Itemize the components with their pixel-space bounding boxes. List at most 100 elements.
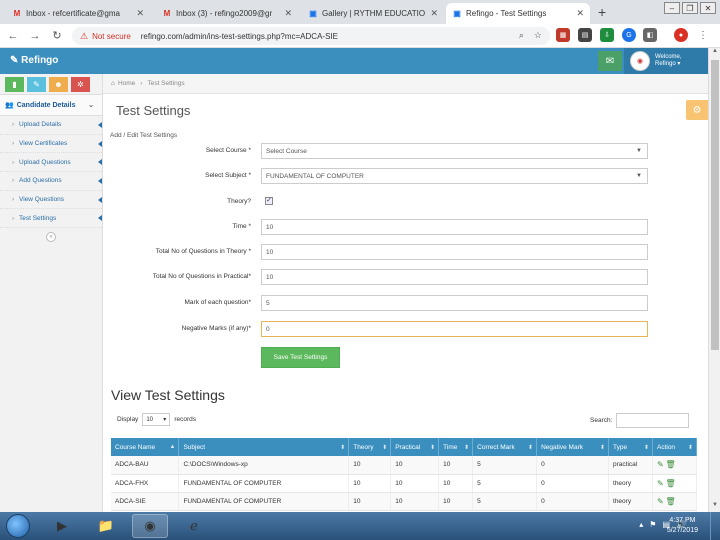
sidebar: ▮ ✎ ☻ ✲ 👥 Candidate Details ⌄ Upload Det… [0,74,103,512]
avatar: ◉ [630,51,650,71]
taskbar: ▶ 📁 ◉ ℯ ▴ ⚑ ▤ 🔊 4:37 PM 5/27/2019 [0,512,720,540]
user-menu[interactable]: ◉ Welcome, Refingo ▾ [624,48,708,74]
sort-icon: ⬍ [599,444,606,451]
close-window-icon[interactable]: ✕ [700,2,716,14]
sidebar-item-upload-questions[interactable]: Upload Questions [0,153,102,173]
edit-icon[interactable]: ✎ [657,497,664,506]
col-subject[interactable]: Subject ⬍ [178,438,350,456]
sort-icon: ⬍ [382,444,388,451]
breadcrumb-home[interactable]: Home [118,80,135,87]
mail-icon[interactable]: ✉ [598,51,622,71]
table-row: ADCA-SIE FUNDAMENTAL OF COMPUTER 10 10 1… [111,492,698,511]
sidebar-item-view-questions[interactable]: View Questions [0,191,102,210]
scrollbar-thumb[interactable] [711,60,719,350]
sidebar-item-add-questions[interactable]: Add Questions [0,172,102,191]
tab-title: Refingo - Test Settings [466,9,547,18]
page-length-select[interactable]: 10 ▾ [142,413,171,426]
close-icon[interactable]: ✕ [576,8,584,19]
maximize-icon[interactable]: ❐ [682,2,698,14]
start-button[interactable] [6,514,30,538]
extension-icon[interactable]: ⇩ [600,28,614,42]
flag-icon[interactable]: ⚑ [649,520,656,529]
media-player-icon[interactable]: ▶ [44,514,80,538]
sidebar-collapse-icon[interactable]: « [46,232,56,243]
time-label: Time * [232,223,251,230]
file-explorer-icon[interactable]: 📁 [88,514,124,538]
subject-label: Select Subject * [205,172,251,179]
search-input[interactable] [616,413,690,428]
tab-test-settings[interactable]: ▣ Refingo - Test Settings ✕ [446,3,590,24]
total-practical-input[interactable]: 10 [261,269,648,285]
col-action[interactable]: Action ⬍ [652,438,698,456]
col-practical[interactable]: Practical ⬍ [390,438,440,456]
edit-icon[interactable]: ✎ [657,479,664,488]
col-time[interactable]: Time ⬍ [438,438,474,456]
delete-icon[interactable]: 🗑 [666,497,676,506]
total-theory-input[interactable]: 10 [261,244,648,260]
star-icon[interactable]: ☆ [534,30,542,41]
table-search: Search: [590,413,690,428]
zoom-icon[interactable]: ⌕ [519,30,524,41]
gear-icon[interactable]: ⚙ [686,100,708,120]
col-negative-mark[interactable]: Negative Mark ⬍ [536,438,610,456]
col-course-name[interactable]: Course Name ▲ [111,438,180,456]
col-correct-mark[interactable]: Correct Mark ⬍ [472,438,538,456]
extension-icon[interactable]: G [622,28,636,42]
scroll-up-icon[interactable]: ▲ [709,48,720,58]
menu-icon[interactable]: ⋮ [696,28,710,42]
close-icon[interactable]: ✕ [136,8,144,19]
internet-explorer-icon[interactable]: ℯ [176,514,212,538]
forward-icon[interactable]: → [26,30,44,42]
cogs-icon[interactable]: ✲ [71,76,90,92]
page-scrollbar[interactable]: ▲ ▼ [708,48,720,512]
sidebar-item-view-certificates[interactable]: View Certificates [0,135,102,154]
profile-icon[interactable]: ● [674,28,688,42]
tab-gmail-2[interactable]: M Inbox (3) - refingo2009@gr ✕ [156,3,298,24]
url-input[interactable]: ⚠ Not secure refingo.com/admin/ins-test-… [72,27,550,45]
show-desktop-button[interactable] [710,512,720,540]
marks-input[interactable]: 5 [261,295,648,311]
negative-row: Negative Marks (if any)* 0 [103,321,648,337]
extension-icon[interactable]: ▤ [578,28,592,42]
tray-arrow-icon[interactable]: ▴ [639,520,643,529]
form-caption: Add / Edit Test Settings [110,132,178,139]
caret-down-icon: ▼ [636,148,642,154]
scroll-down-icon[interactable]: ▼ [709,502,720,512]
logo[interactable]: ✎ Refingo [10,55,58,66]
negative-input[interactable]: 0 [261,321,648,337]
delete-icon[interactable]: 🗑 [666,479,676,488]
marks-label: Mark of each question* [184,299,251,306]
delete-icon[interactable]: 🗑 [666,460,676,469]
col-theory[interactable]: Theory ⬍ [348,438,392,456]
back-icon[interactable]: ← [4,30,22,42]
sort-icon: ⬍ [687,444,693,451]
users-icon[interactable]: ☻ [49,76,68,92]
close-icon[interactable]: ✕ [284,8,292,19]
extension-icon[interactable]: ▦ [556,28,570,42]
save-button[interactable]: Save Test Settings [261,347,340,368]
minimize-icon[interactable]: – [664,2,680,14]
clock[interactable]: 4:37 PM 5/27/2019 [667,516,698,536]
subject-select[interactable]: FUNDAMENTAL OF COMPUTER ▼ [261,168,648,184]
reload-icon[interactable]: ↻ [48,29,66,42]
extension-icon[interactable]: ◧ [643,28,657,42]
sidebar-item-upload-details[interactable]: Upload Details [0,116,102,135]
sidebar-section-candidate-details[interactable]: 👥 Candidate Details ⌄ [0,94,102,116]
col-type[interactable]: Type ⬍ [608,438,653,456]
new-tab-icon[interactable]: + [598,4,606,20]
chart-icon[interactable]: ▮ [5,76,24,92]
table-row: ADCA-BAU C:\DOCS\Windows-xp 10 10 10 5 0… [111,456,698,475]
tab-gallery[interactable]: ▣ Gallery | RYTHM EDUCATIO ✕ [302,3,444,24]
pencil-icon[interactable]: ✎ [27,76,46,92]
course-select[interactable]: Select Course ▼ [261,143,648,159]
app-header: ✎ Refingo ✉ ◉ Welcome, Refingo ▾ [0,48,708,74]
time-input[interactable]: 10 [261,219,648,235]
tab-gmail-1[interactable]: M Inbox - refcertificate@gma ✕ [6,3,150,24]
not-secure-label: Not secure [92,31,131,41]
close-icon[interactable]: ✕ [430,8,438,19]
chrome-icon[interactable]: ◉ [132,514,168,538]
page-length-control: Display 10 ▾ records [117,413,196,426]
edit-icon[interactable]: ✎ [657,460,664,469]
sidebar-item-test-settings[interactable]: Test Settings [0,209,102,229]
theory-checkbox[interactable]: ✓ [265,197,273,205]
